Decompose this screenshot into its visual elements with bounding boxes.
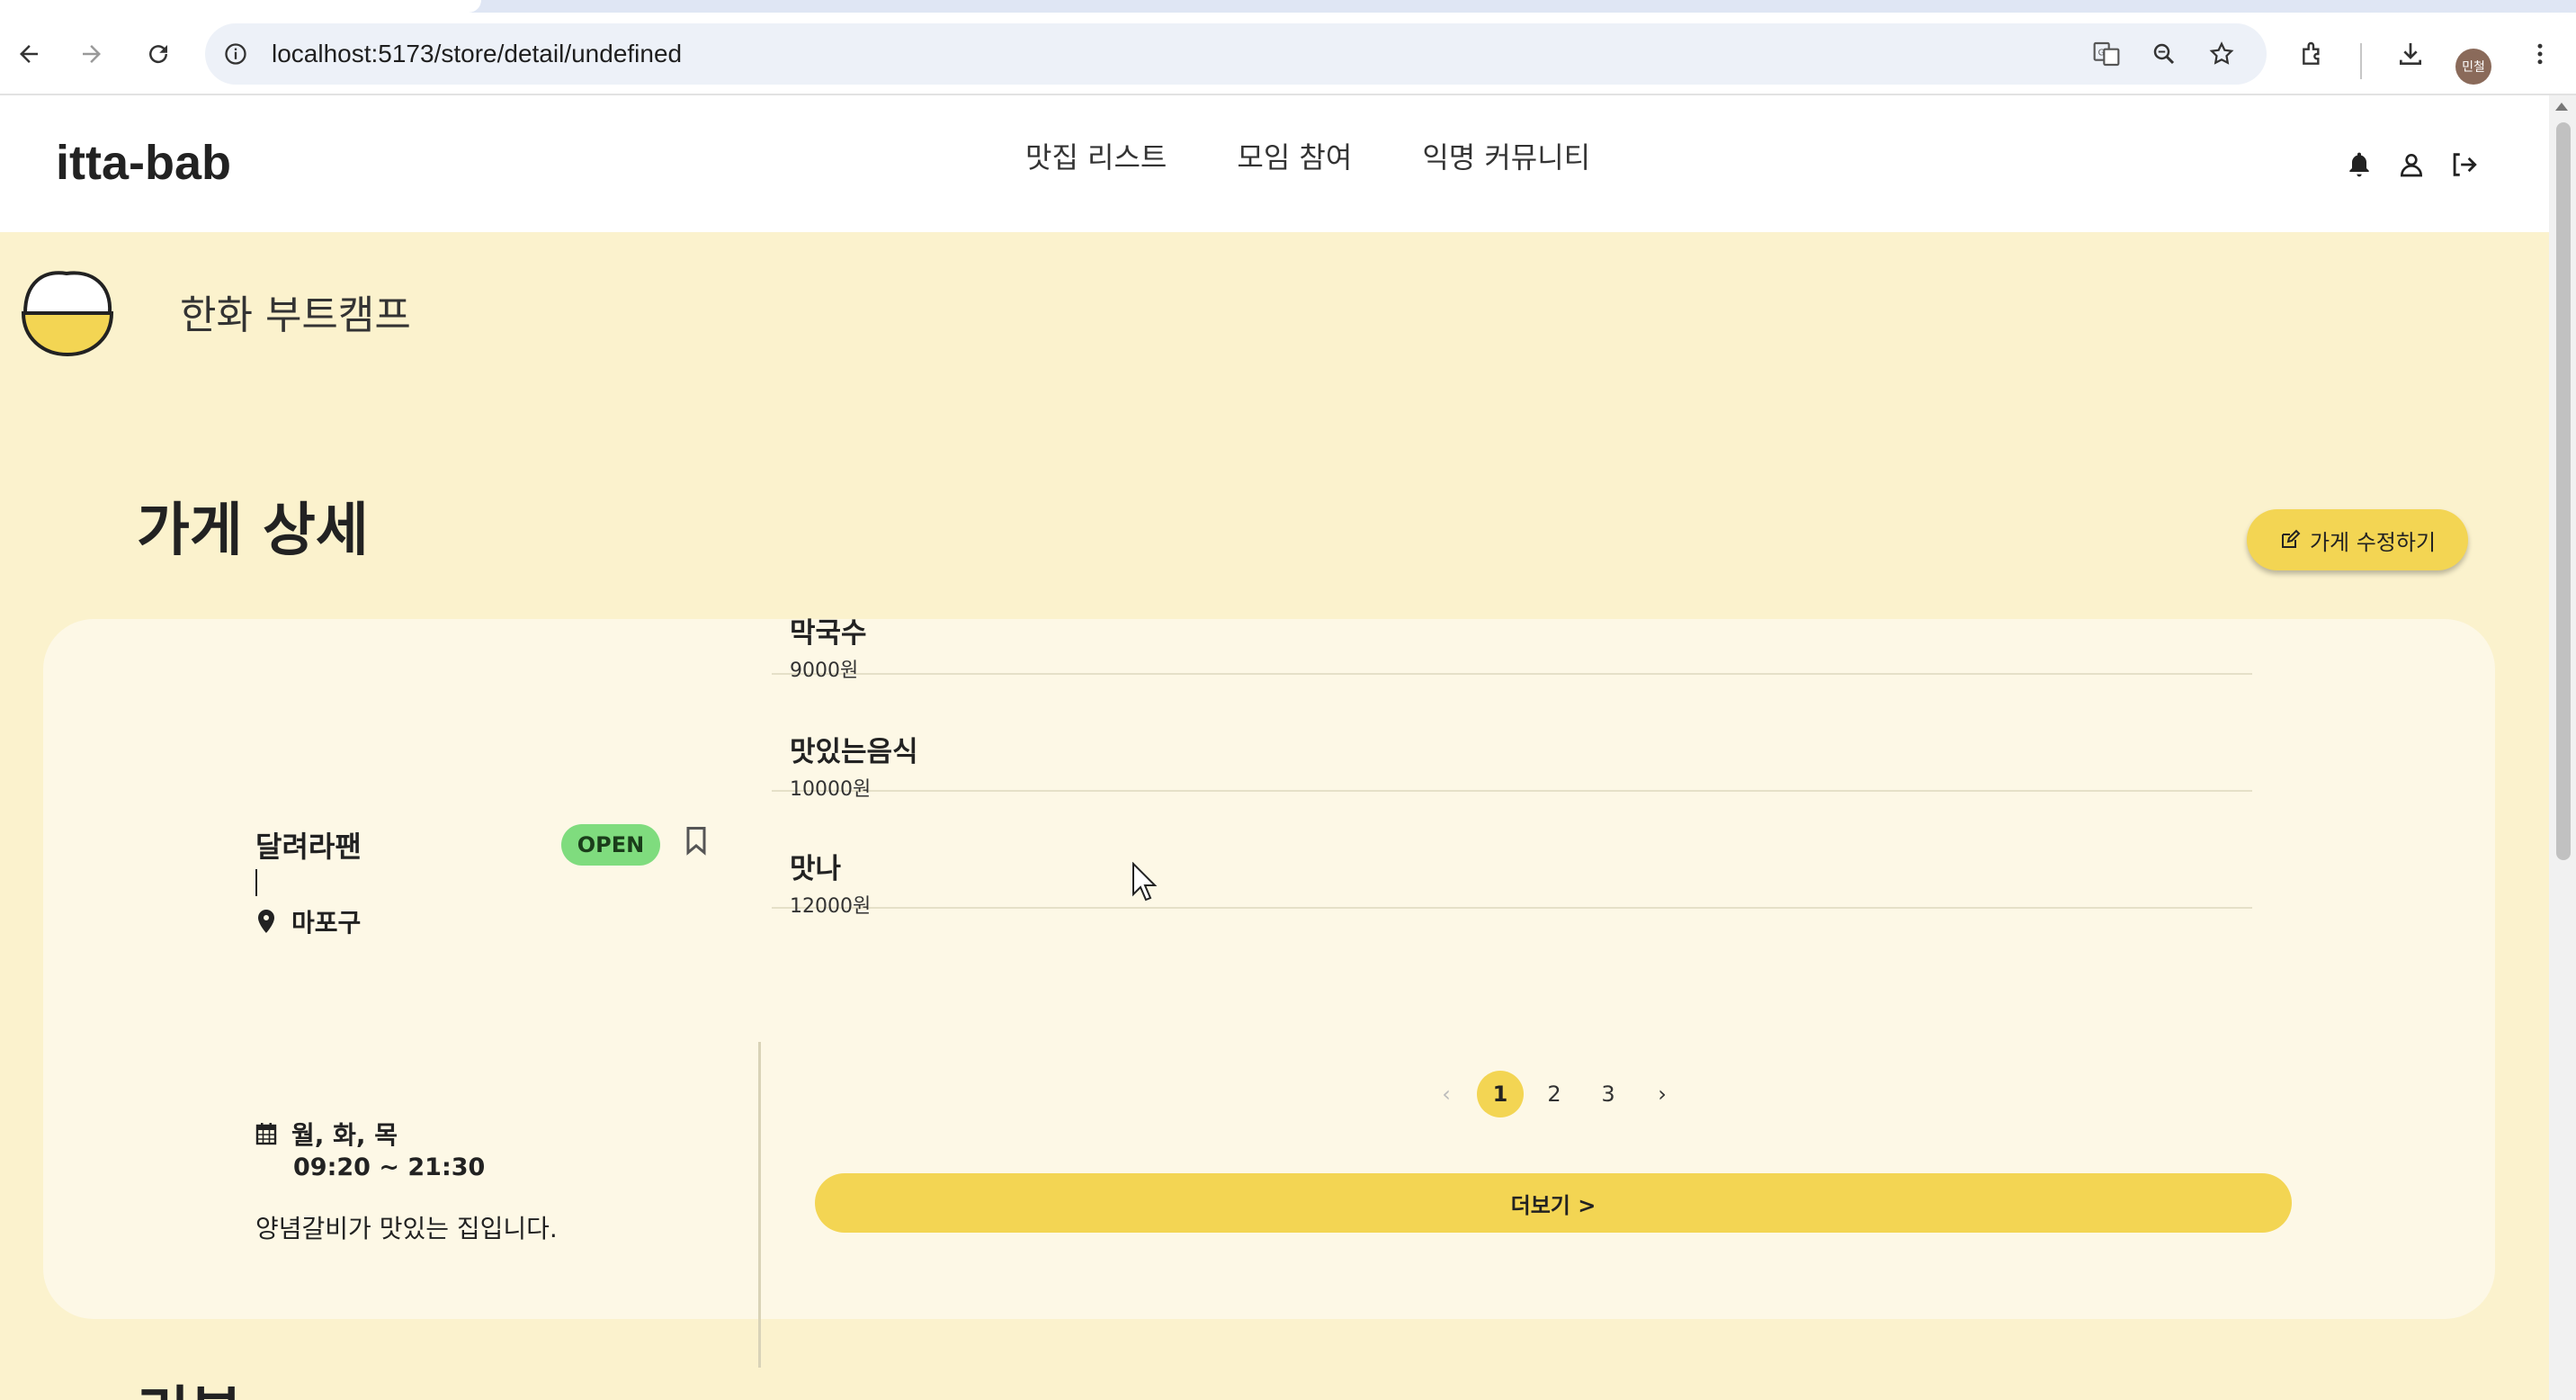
text-caret: [255, 869, 257, 896]
menu-item[interactable]: 막국수 9000원: [772, 558, 2252, 682]
page-title: 가게 상세: [137, 498, 369, 564]
user-icon[interactable]: [2394, 148, 2428, 182]
reload-icon[interactable]: [137, 32, 180, 76]
location-pin-icon: [258, 910, 274, 933]
edit-icon: [2281, 529, 2301, 548]
mouse-cursor-icon: [1132, 862, 1158, 902]
forward-icon[interactable]: [70, 32, 113, 76]
more-button[interactable]: 더보기 >: [815, 1173, 2292, 1233]
url-text[interactable]: localhost:5173/store/detail/undefined: [272, 23, 682, 85]
edit-store-button[interactable]: 가게 수정하기: [2247, 509, 2468, 570]
menu-kebab-icon[interactable]: [2518, 32, 2562, 76]
store-description: 양념갈비가 맛있는 집입니다.: [255, 1214, 558, 1243]
menu-item[interactable]: 맛있는음식 10000원: [772, 675, 2252, 801]
tab-strip: [0, 0, 2576, 13]
org-name: 한화 부트캠프: [180, 292, 411, 338]
nav-restaurant-list[interactable]: 맛집 리스트: [1025, 135, 1167, 176]
store-days: 월, 화, 목: [291, 1120, 398, 1150]
scroll-thumb[interactable]: [2556, 122, 2571, 860]
svg-text:G: G: [2098, 48, 2105, 58]
app-logo[interactable]: itta-bab: [56, 135, 231, 191]
page-scrollbar[interactable]: [2549, 95, 2576, 1400]
logout-icon[interactable]: [2446, 148, 2481, 182]
nav-community[interactable]: 익명 커뮤니티: [1422, 135, 1590, 176]
app-header: itta-bab 맛집 리스트 모임 참여 익명 커뮤니티: [0, 95, 2549, 232]
menu-price: 12000원: [790, 895, 872, 918]
menu-name: 맛있는음식: [790, 736, 918, 768]
pagination: ‹ 1 2 3 ›: [1423, 1071, 1686, 1117]
menu-name: 막국수: [790, 617, 867, 650]
store-location: 마포구: [291, 908, 362, 938]
toolbar-separator: [2360, 43, 2362, 79]
page-content: 한화 부트캠프 가게 상세 가게 수정하기 달려라팬 OPEN 마포구 월, 화…: [0, 232, 2549, 1400]
menu-item[interactable]: 맛나 12000원: [772, 792, 2252, 918]
download-icon[interactable]: [2389, 32, 2432, 76]
page-button-1[interactable]: 1: [1477, 1071, 1524, 1117]
bell-icon[interactable]: [2342, 148, 2376, 182]
extensions-icon[interactable]: [2292, 32, 2335, 76]
status-badge: OPEN: [561, 824, 660, 866]
nav-meetup[interactable]: 모임 참여: [1237, 135, 1352, 176]
edit-store-label: 가게 수정하기: [2309, 529, 2437, 555]
scroll-up-arrow[interactable]: [2555, 103, 2568, 111]
profile-avatar[interactable]: 민철: [2455, 49, 2491, 85]
calendar-icon: [255, 1123, 277, 1145]
days-row: 월, 화, 목: [255, 1116, 398, 1152]
translate-icon[interactable]: G: [2085, 32, 2128, 76]
menu-list: 막국수 9000원 맛있는음식 10000원 맛나 12000원: [772, 558, 2252, 918]
site-info-icon[interactable]: [214, 32, 257, 76]
header-actions: [2342, 148, 2481, 182]
bookmark-icon[interactable]: [680, 822, 712, 858]
review-heading: 리뷰: [137, 1368, 243, 1400]
location-row: 마포구: [255, 903, 361, 939]
prev-page-button[interactable]: ‹: [1423, 1071, 1470, 1117]
active-tab[interactable]: [0, 0, 481, 13]
store-name: 달려라팬: [255, 830, 362, 864]
main-nav: 맛집 리스트 모임 참여 익명 커뮤니티: [1025, 135, 1590, 176]
menu-name: 맛나: [790, 853, 842, 885]
store-hours: 09:20 ~ 21:30: [293, 1153, 486, 1181]
back-icon[interactable]: [7, 32, 50, 76]
address-bar[interactable]: localhost:5173/store/detail/undefined G: [205, 23, 2267, 85]
zoom-icon[interactable]: [2142, 32, 2186, 76]
page-button-3[interactable]: 3: [1585, 1071, 1632, 1117]
next-page-button[interactable]: ›: [1639, 1071, 1686, 1117]
bookmark-star-icon[interactable]: [2200, 32, 2243, 76]
card-divider: [758, 1042, 761, 1368]
page-button-2[interactable]: 2: [1531, 1071, 1578, 1117]
rice-bowl-icon: [21, 271, 114, 357]
browser-toolbar: localhost:5173/store/detail/undefined G …: [0, 13, 2576, 95]
